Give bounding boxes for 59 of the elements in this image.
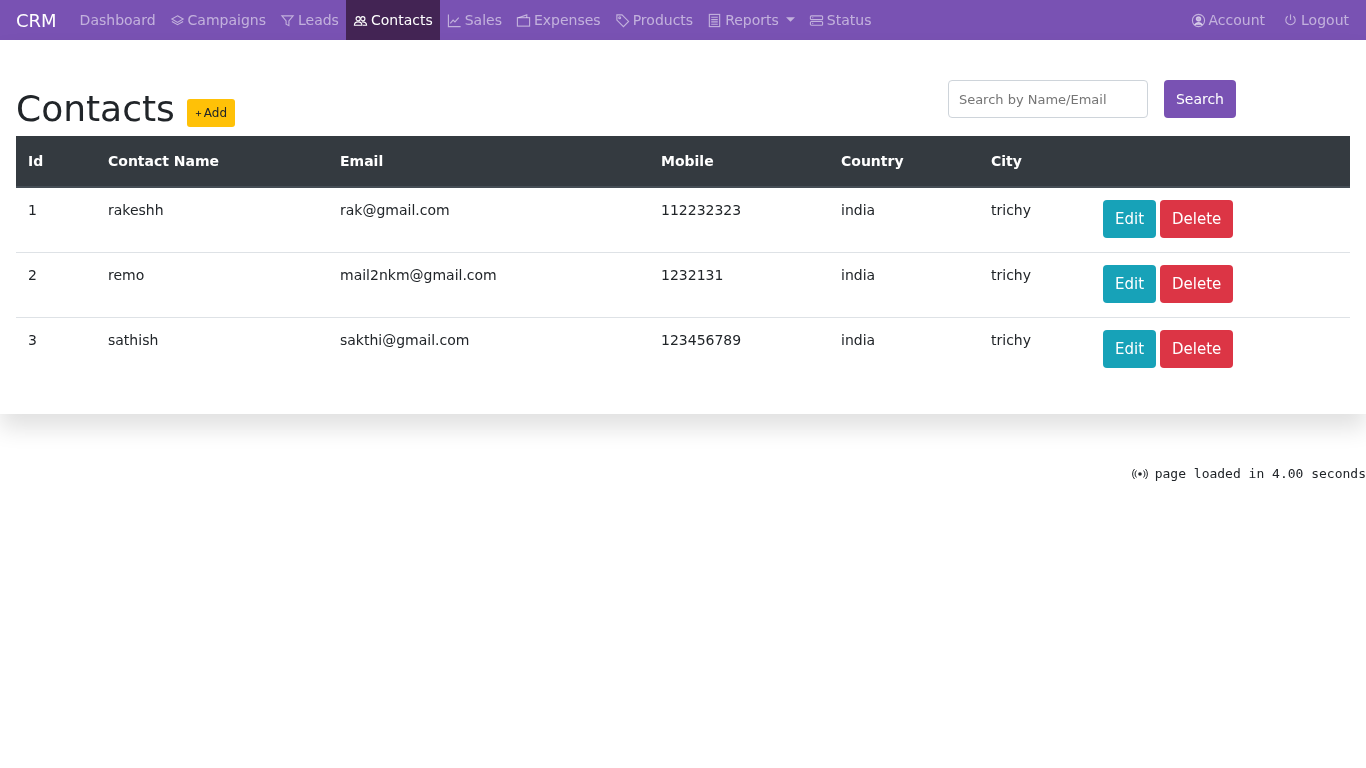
column-header: Country <box>829 136 979 187</box>
caret-icon <box>785 17 795 23</box>
line-chart-icon <box>446 12 462 28</box>
nav-link[interactable]: Contacts <box>345 0 440 40</box>
column-header: Mobile <box>649 136 829 187</box>
nav-link[interactable]: Sales <box>439 0 509 40</box>
table-cell: 2 <box>28 267 37 283</box>
table-cell: trichy <box>991 267 1031 283</box>
wallet-icon <box>515 12 531 28</box>
user-circle-icon <box>1190 12 1206 28</box>
table-cell: 1 <box>28 202 37 218</box>
table-cell: rak@gmail.com <box>340 202 450 218</box>
delete-button[interactable]: Delete <box>1160 200 1234 238</box>
funnel-icon <box>280 12 295 28</box>
load-time-text: page loaded in 4.00 seconds <box>1154 466 1366 481</box>
table-cell: trichy <box>991 332 1031 348</box>
delete-button[interactable]: Delete <box>1160 330 1234 368</box>
table-cell: mail2nkm@gmail.com <box>340 267 497 283</box>
column-header: Email <box>328 136 649 187</box>
column-header: City <box>979 136 1091 187</box>
table-cell: 1232131 <box>661 267 724 283</box>
nav-link[interactable]: Status <box>801 0 879 40</box>
power-icon <box>1283 12 1299 28</box>
delete-button[interactable]: Delete <box>1160 265 1234 303</box>
nav-link[interactable]: Reports <box>700 0 802 40</box>
edit-button[interactable]: Edit <box>1103 330 1157 368</box>
nav-link[interactable]: Dashboard <box>72 0 163 40</box>
nav-link[interactable]: Leads <box>273 0 346 40</box>
layers-icon <box>169 12 185 28</box>
add-button[interactable]: Add <box>186 99 236 127</box>
search-button[interactable]: Search <box>1163 80 1236 118</box>
table-cell: india <box>841 202 876 218</box>
table-cell: 112232323 <box>661 202 742 218</box>
plus-icon <box>194 109 202 117</box>
table-cell: sakthi@gmail.com <box>340 332 470 348</box>
edit-button[interactable]: Edit <box>1103 200 1157 238</box>
nav-link[interactable]: Products <box>607 0 701 40</box>
table-cell: india <box>841 267 876 283</box>
search-field[interactable]: Search by Name/Email <box>947 80 1148 118</box>
table-cell: 123456789 <box>661 332 742 348</box>
nav-link[interactable]: Account <box>1181 0 1275 40</box>
column-header: Id <box>16 136 96 187</box>
brand-link[interactable]: CRM <box>16 0 57 40</box>
nav-link[interactable]: Logout <box>1274 0 1358 40</box>
tag-icon <box>614 12 630 28</box>
table-cell: trichy <box>991 202 1031 218</box>
table-cell: 3 <box>28 332 37 348</box>
broadcast-icon <box>1131 467 1148 480</box>
document-icon <box>707 12 723 28</box>
nav-link[interactable]: Campaigns <box>162 0 273 40</box>
table-cell: india <box>841 332 876 348</box>
table-cell: remo <box>108 267 145 283</box>
nav-link[interactable]: Expenses <box>508 0 608 40</box>
table-cell: sathish <box>108 332 159 348</box>
table-cell: rakeshh <box>108 202 164 218</box>
page-title: Contacts <box>16 86 175 130</box>
edit-button[interactable]: Edit <box>1103 265 1157 303</box>
server-icon <box>808 12 824 28</box>
column-header: Contact Name <box>96 136 328 187</box>
